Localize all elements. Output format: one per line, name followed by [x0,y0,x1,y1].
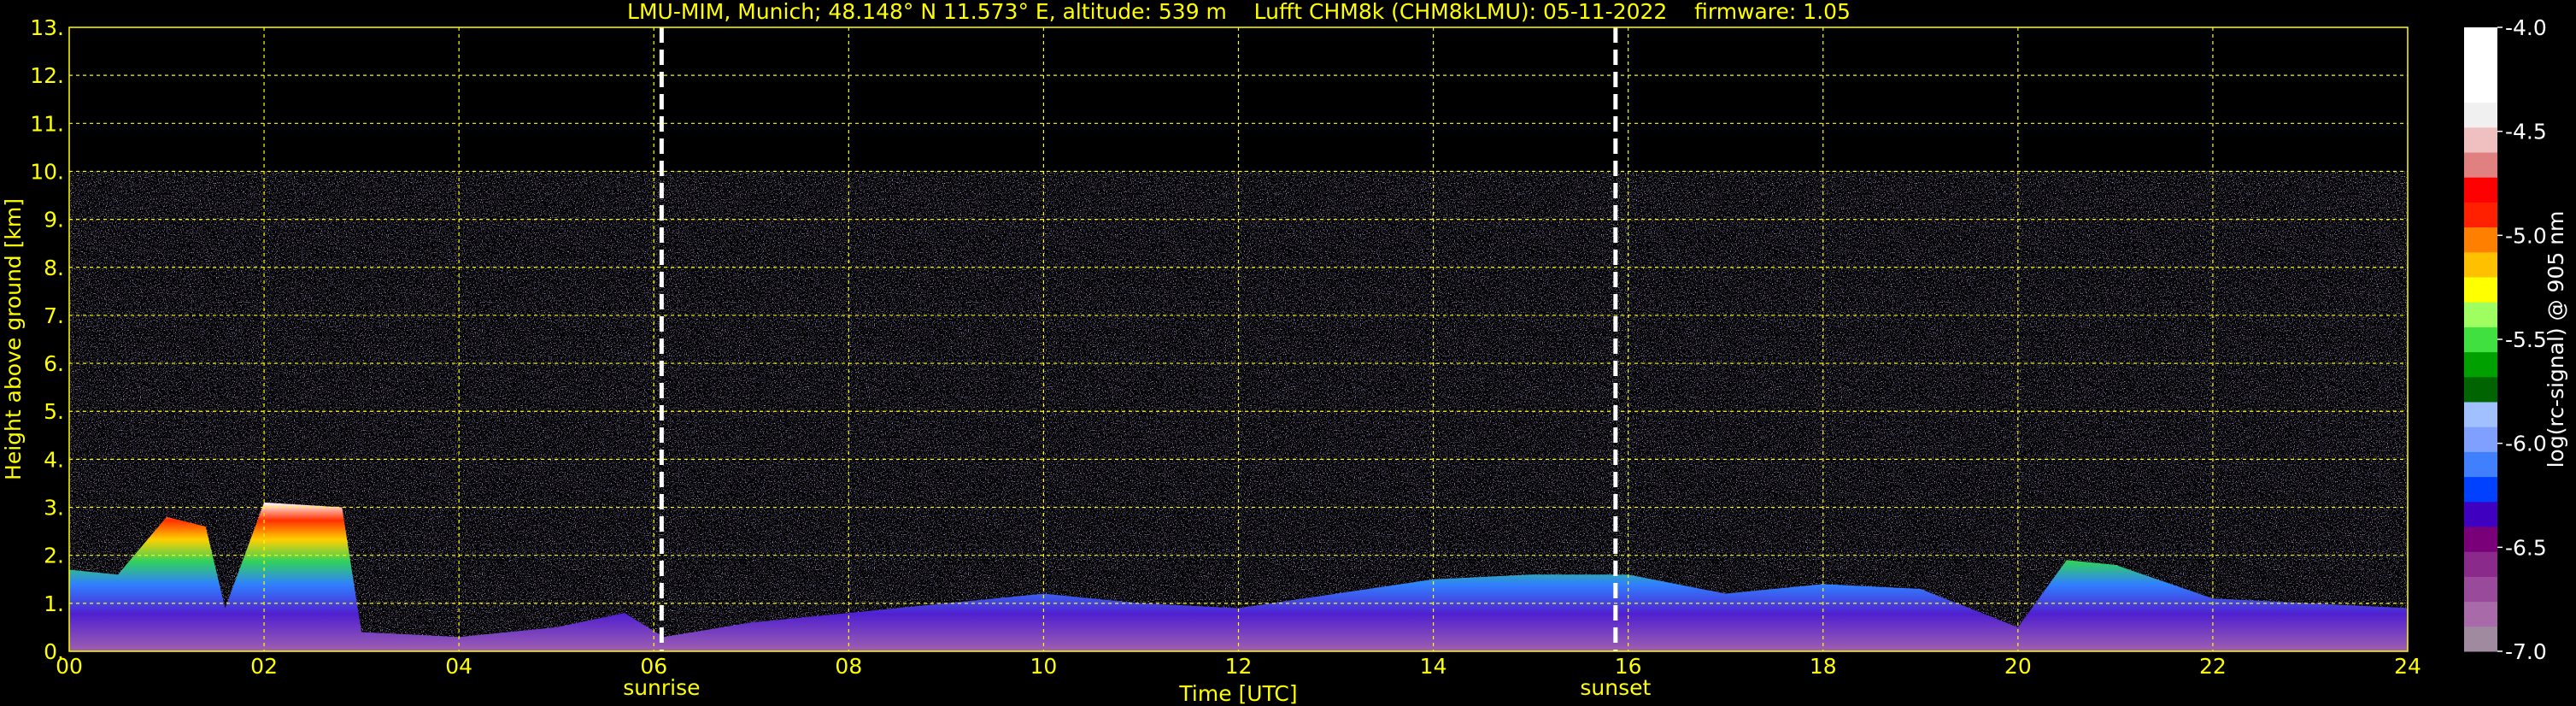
chart-title: LMU-MIM, Munich; 48.148° N 11.573° E, al… [627,0,1851,24]
colorbar-swatch [2464,601,2497,627]
colorbar-swatch [2464,126,2497,153]
colorbar-swatch [2464,77,2497,103]
colorbar-tick-label: -4.5 [2505,120,2547,144]
y-tick-label: 6. [44,351,64,376]
colorbar-swatch [2464,527,2497,552]
x-tick-label: 24 [2394,654,2421,679]
colorbar-swatch [2464,551,2497,577]
y-axis-ticks: 0.1.2.3.4.5.6.7.8.9.10.11.12.13. [30,15,64,664]
x-tick-label: 00 [56,654,83,679]
colorbar-swatch [2464,626,2497,652]
colorbar: -4.0 -4.5 -5.0 -5.5 -6.0 -6.5 -7.0 [2464,15,2547,664]
x-tick-label: 04 [445,654,472,679]
colorbar-swatch [2464,202,2497,228]
colorbar-swatch [2464,27,2497,53]
y-tick-label: 11. [30,111,64,136]
sun-marker-label: sunset [1580,675,1651,700]
y-tick-label: 8. [44,256,64,280]
colorbar-swatch [2464,576,2497,603]
x-tick-label: 10 [1030,654,1058,679]
colorbar-swatch [2464,427,2497,452]
colorbar-label: log(rc-signal) @ 905 nm [2544,211,2568,468]
y-tick-label: 10. [30,159,64,184]
x-tick-label: 12 [1225,654,1253,679]
colorbar-tick-label: -6.0 [2505,432,2547,456]
colorbar-swatch [2464,177,2497,203]
y-tick-label: 2. [44,544,64,568]
y-tick-label: 4. [44,447,64,472]
y-tick-label: 5. [44,399,64,424]
colorbar-swatch [2464,327,2497,353]
y-tick-label: 12. [30,63,64,88]
x-tick-label: 14 [1420,654,1447,679]
x-axis-label: Time [UTC] [1178,681,1297,706]
sun-marker-label: sunrise [623,675,700,700]
y-axis-label: Height above ground [km] [1,198,26,480]
x-tick-label: 08 [835,654,862,679]
y-tick-label: 1. [44,591,64,616]
colorbar-swatch [2464,102,2497,128]
x-tick-label: 22 [2199,654,2227,679]
y-tick-label: 9. [44,208,64,232]
y-tick-label: 13. [30,15,64,40]
x-tick-label: 02 [250,654,278,679]
colorbar-tick-label: -6.5 [2505,535,2547,560]
colorbar-swatch [2464,52,2497,78]
x-tick-label: 18 [1810,654,1837,679]
colorbar-swatch [2464,302,2497,327]
ceilometer-chart: LMU-MIM, Munich; 48.148° N 11.573° E, al… [1,0,2568,706]
colorbar-swatch [2464,152,2497,178]
colorbar-tick-label: -7.0 [2505,639,2547,664]
colorbar-tick-label: -5.5 [2505,327,2547,352]
colorbar-tick-label: -5.0 [2505,223,2547,248]
x-tick-label: 20 [2004,654,2032,679]
colorbar-swatch [2464,501,2497,527]
colorbar-swatch [2464,451,2497,478]
colorbar-swatch [2464,251,2497,278]
colorbar-swatch [2464,476,2497,503]
colorbar-swatch [2464,402,2497,427]
colorbar-swatch [2464,376,2497,403]
y-tick-label: 7. [44,303,64,328]
colorbar-swatch [2464,227,2497,253]
colorbar-swatch [2464,351,2497,378]
colorbar-tick-label: -4.0 [2505,15,2547,40]
plot-area [68,26,2409,652]
colorbar-swatch [2464,277,2497,303]
y-tick-label: 3. [44,496,64,521]
